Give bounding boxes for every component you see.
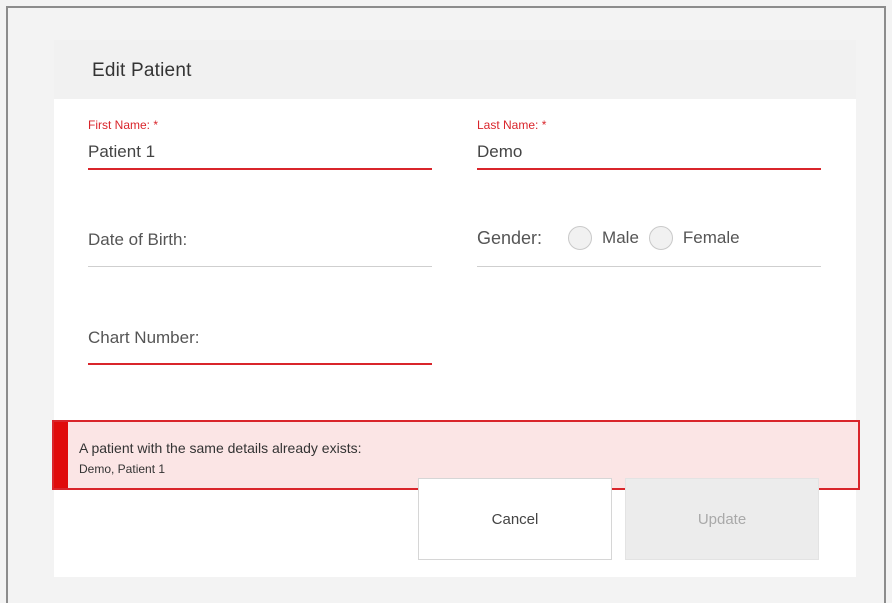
first-name-value[interactable]: Patient 1 [88,142,155,162]
female-radio[interactable] [648,226,673,250]
gender-field: Gender: Male Female [477,223,821,269]
gender-label: Gender: [477,227,543,248]
alert-accent-bar [54,422,68,488]
last-name-field[interactable]: Last Name: * Demo [477,114,821,174]
first-name-underline [88,168,432,170]
date-of-birth-label: Date of Birth: [88,230,188,249]
last-name-label: Last Name: * [477,118,547,132]
cancel-button[interactable]: Cancel [418,478,612,560]
last-name-underline [477,168,821,170]
alert-detail: Demo, Patient 1 [79,462,166,476]
last-name-value[interactable]: Demo [477,142,522,162]
chart-number-underline [88,363,432,365]
first-name-label: First Name: * [88,118,159,132]
date-of-birth-underline [88,266,432,267]
first-name-field[interactable]: First Name: * Patient 1 [88,114,432,174]
dialog-title: Edit Patient [92,60,192,81]
chart-number-label: Chart Number: [88,328,200,347]
alert-title: A patient with the same details already … [79,440,362,456]
gender-underline [477,266,821,267]
dialog-header: Edit Patient [54,40,856,99]
chart-number-field[interactable]: Chart Number: [88,320,432,370]
update-button[interactable]: Update [625,478,819,560]
female-option-label[interactable]: Female [683,228,740,248]
gender-row: Gender: Male Female [477,223,740,253]
male-option-label[interactable]: Male [602,228,639,248]
date-of-birth-field[interactable]: Date of Birth: [88,220,432,270]
male-radio[interactable] [568,226,593,250]
